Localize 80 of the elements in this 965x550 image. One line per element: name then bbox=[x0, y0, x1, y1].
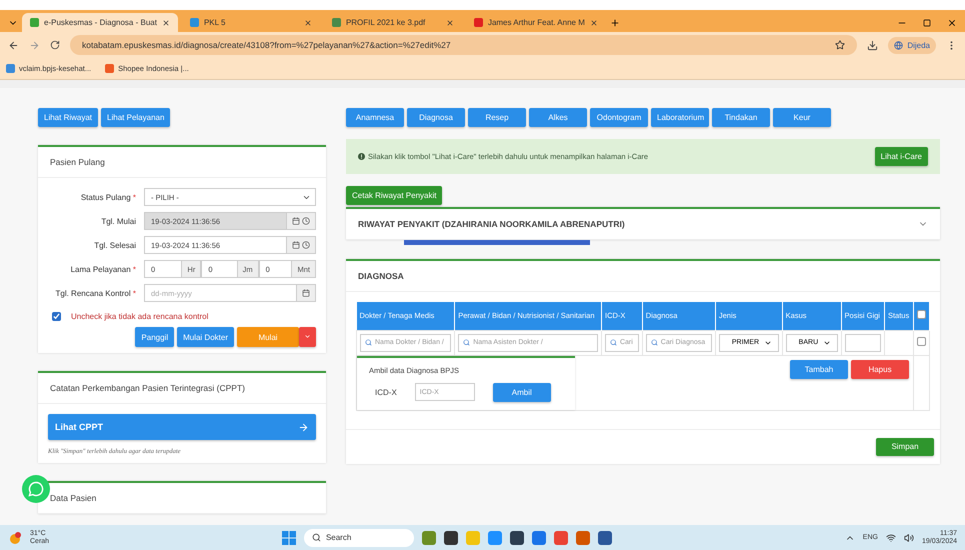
print-history-button[interactable]: Cetak Riwayat Penyakit bbox=[346, 186, 442, 205]
search-icon bbox=[463, 339, 470, 346]
view-button[interactable]: Lihat Riwayat bbox=[38, 108, 98, 127]
checkbox[interactable] bbox=[52, 312, 61, 321]
nav-tab-button[interactable]: Tindakan bbox=[712, 108, 770, 127]
icare-button[interactable]: Lihat i-Care bbox=[874, 147, 928, 166]
favicon-icon bbox=[332, 18, 341, 27]
field-label: Lama Pelayanan bbox=[70, 264, 131, 274]
checkbox-label: Uncheck jika tidak ada rencana kontrol bbox=[71, 312, 208, 321]
taskbar-app-icon[interactable] bbox=[598, 530, 612, 544]
search-icon bbox=[650, 339, 658, 346]
save-button[interactable]: Simpan bbox=[876, 438, 934, 456]
browser-tab[interactable]: PKL 5 bbox=[182, 13, 320, 32]
profile-button[interactable]: Dijeda bbox=[888, 36, 936, 54]
nav-tab-button[interactable]: Anamnesa bbox=[346, 108, 404, 127]
browser-tab[interactable]: PROFIL 2021 ke 3.pdf bbox=[324, 13, 462, 32]
search-icon bbox=[312, 533, 321, 542]
taskbar-search[interactable]: Search bbox=[304, 528, 414, 546]
close-icon[interactable] bbox=[446, 18, 454, 26]
address-bar[interactable]: kotabatam.epuskesmas.id/diagnosa/create/43108?from=%27pelayanan%27&action=%27edit%27 bbox=[70, 35, 858, 55]
nav-tab-button[interactable]: Alkes bbox=[529, 108, 587, 127]
bookmark-star-icon[interactable] bbox=[835, 40, 846, 50]
arrow-right-icon bbox=[298, 422, 309, 432]
search-icon bbox=[610, 339, 617, 346]
required-mark: * bbox=[132, 192, 136, 202]
close-icon[interactable] bbox=[590, 18, 598, 26]
browser-tab[interactable]: James Arthur Feat. Anne M bbox=[466, 13, 606, 32]
nav-tab-button[interactable]: Keur bbox=[773, 108, 831, 127]
nav-tab-button[interactable]: Laboratorium bbox=[651, 108, 709, 127]
dropdown-toggle[interactable] bbox=[299, 327, 316, 347]
field-label: Tgl. Mulai bbox=[101, 216, 136, 226]
browser-tab[interactable]: e-Puskesmas - Diagnosa - Buat bbox=[22, 13, 178, 32]
field-label: Status Pulang bbox=[80, 192, 131, 202]
reload-icon[interactable] bbox=[50, 40, 60, 50]
clock-icon bbox=[302, 217, 310, 225]
download-icon[interactable] bbox=[867, 40, 878, 50]
alert-icon bbox=[358, 153, 365, 160]
calendar-icon bbox=[292, 217, 300, 225]
close-icon[interactable] bbox=[162, 18, 170, 26]
required-mark: * bbox=[132, 264, 136, 274]
required-mark: * bbox=[132, 288, 136, 298]
panel-title: DIAGNOSA bbox=[346, 261, 940, 292]
action-button[interactable]: Mulai Dokter bbox=[177, 327, 234, 347]
cppt-button[interactable]: Lihat CPPT bbox=[48, 414, 316, 440]
clock-icon bbox=[302, 241, 310, 249]
field-label: Tgl. Selesai bbox=[94, 240, 136, 250]
taskbar-app-icon[interactable] bbox=[510, 530, 524, 544]
close-icon[interactable] bbox=[304, 18, 312, 26]
favicon-icon bbox=[190, 18, 199, 27]
favicon-icon bbox=[30, 18, 39, 27]
calendar-icon bbox=[292, 241, 300, 249]
favicon-icon bbox=[474, 18, 483, 27]
fetch-button[interactable]: Ambil bbox=[492, 382, 551, 402]
panel-title: Pasien Pulang bbox=[38, 147, 326, 178]
panel-title: Catatan Perkembangan Pasien Terintegrasi (CPPT) bbox=[38, 373, 326, 404]
field-label: ICD-X bbox=[375, 388, 397, 396]
caret-icon bbox=[304, 332, 311, 340]
start-icon[interactable] bbox=[282, 530, 296, 544]
close-icon[interactable] bbox=[947, 18, 957, 28]
taskbar-app-icon[interactable] bbox=[444, 530, 458, 544]
wifi-icon[interactable] bbox=[886, 532, 896, 542]
nav-tab-button[interactable]: Odontogram bbox=[590, 108, 648, 127]
view-button[interactable]: Lihat Pelayanan bbox=[101, 108, 170, 127]
nav-tab-button[interactable]: Diagnosa bbox=[407, 108, 465, 127]
input-field[interactable] bbox=[844, 334, 881, 352]
new-tab-icon[interactable] bbox=[610, 18, 620, 28]
calendar-icon bbox=[302, 289, 310, 297]
volume-icon[interactable] bbox=[904, 532, 914, 542]
nav-tab-button[interactable]: Resep bbox=[468, 108, 526, 127]
back-icon[interactable] bbox=[8, 40, 19, 50]
action-button[interactable]: Mulai bbox=[237, 327, 299, 347]
row-checkbox[interactable] bbox=[917, 337, 926, 346]
row-action-button[interactable]: Tambah bbox=[790, 360, 848, 378]
select-all-checkbox[interactable] bbox=[917, 310, 926, 320]
field-label: Tgl. Rencana Kontrol bbox=[55, 288, 131, 298]
maximize-icon[interactable] bbox=[923, 19, 931, 27]
action-button[interactable]: Panggil bbox=[135, 327, 174, 347]
row-action-button[interactable]: Hapus bbox=[851, 360, 909, 378]
search-icon bbox=[365, 339, 372, 346]
weather-icon[interactable] bbox=[8, 530, 22, 544]
